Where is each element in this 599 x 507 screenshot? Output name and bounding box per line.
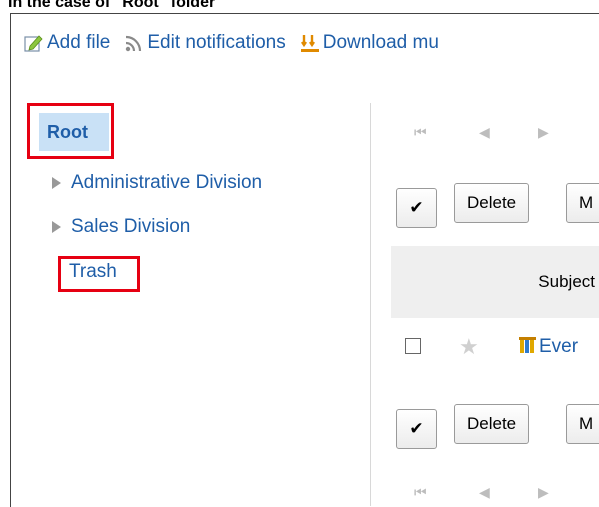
download-link[interactable]: Download mu bbox=[300, 32, 439, 54]
toolbar: Add file Edit notifications Download mu bbox=[24, 28, 453, 58]
prev-page-icon[interactable]: ◀ bbox=[479, 124, 490, 141]
expand-arrow-icon[interactable] bbox=[52, 221, 61, 233]
download-label: Download mu bbox=[322, 32, 439, 53]
add-file-link[interactable]: Add file bbox=[24, 32, 110, 54]
subject-column-header: Subject bbox=[391, 246, 599, 318]
prev-page-icon-bottom[interactable]: ◀ bbox=[479, 484, 490, 501]
delete-button-bottom[interactable]: Delete bbox=[454, 404, 530, 444]
row-checkbox[interactable] bbox=[405, 338, 421, 354]
star-icon[interactable]: ★ bbox=[459, 334, 479, 360]
tree-item-sales-division[interactable]: Sales Division bbox=[71, 216, 190, 238]
tree-item-administrative-division[interactable]: Administrative Division bbox=[71, 172, 262, 194]
add-file-label: Add file bbox=[47, 32, 111, 53]
file-folder-icon bbox=[519, 336, 537, 354]
first-page-icon[interactable]: ⏮ bbox=[414, 124, 427, 141]
subject-header-label: Subject bbox=[538, 272, 595, 291]
first-page-icon-bottom[interactable]: ⏮ bbox=[414, 484, 427, 501]
next-page-icon-bottom[interactable]: ▶ bbox=[538, 484, 549, 501]
select-all-button[interactable]: ✔ bbox=[396, 188, 437, 228]
select-all-button-bottom[interactable]: ✔ bbox=[396, 409, 437, 449]
expand-arrow-icon[interactable] bbox=[52, 177, 61, 189]
move-button[interactable]: M bbox=[566, 183, 599, 223]
file-subject-link[interactable]: Ever bbox=[539, 336, 578, 358]
trash-highlight-box bbox=[58, 256, 140, 292]
add-file-icon bbox=[24, 33, 44, 53]
rss-notification-icon bbox=[124, 33, 144, 53]
table-row: ★ Ever bbox=[391, 330, 599, 366]
edit-notifications-link[interactable]: Edit notifications bbox=[124, 32, 286, 54]
delete-button[interactable]: Delete bbox=[454, 183, 530, 223]
page-caption: In the case of "Root" folder bbox=[8, 0, 216, 11]
pane-divider bbox=[370, 103, 371, 506]
move-button-bottom[interactable]: M bbox=[566, 404, 599, 444]
next-page-icon[interactable]: ▶ bbox=[538, 124, 549, 141]
download-icon bbox=[300, 33, 320, 53]
root-highlight-box bbox=[27, 103, 114, 159]
edit-notifications-label: Edit notifications bbox=[147, 32, 286, 53]
